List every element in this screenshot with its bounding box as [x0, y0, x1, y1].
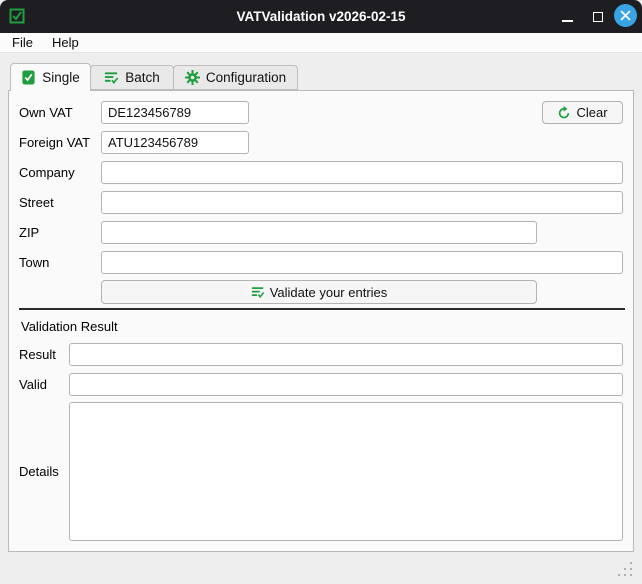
menu-help[interactable]: Help [50, 35, 81, 50]
maximize-button[interactable] [589, 8, 607, 26]
tab-batch[interactable]: Batch [90, 65, 174, 90]
own-vat-input[interactable] [101, 101, 249, 124]
clear-button[interactable]: Clear [542, 101, 623, 124]
window-title: VATValidation v2026-02-15 [236, 9, 406, 24]
own-vat-label: Own VAT [19, 105, 73, 120]
street-input[interactable] [101, 191, 623, 214]
foreign-vat-label: Foreign VAT [19, 135, 91, 150]
town-input[interactable] [101, 251, 623, 274]
foreign-vat-input[interactable] [101, 131, 249, 154]
validate-button-label: Validate your entries [269, 284, 388, 300]
tab-single-label: Single [42, 70, 80, 85]
details-output[interactable] [69, 402, 623, 541]
valid-output[interactable] [69, 373, 623, 396]
single-tab-panel: Own VAT Clear Foreign VAT Company Street… [8, 90, 634, 552]
tab-configuration-label: Configuration [205, 70, 287, 85]
maximize-icon [593, 12, 603, 22]
refresh-icon [559, 105, 570, 118]
list-check-icon [105, 72, 119, 85]
close-icon [620, 10, 631, 21]
titlebar: VATValidation v2026-02-15 [0, 0, 642, 33]
town-label: Town [19, 255, 50, 270]
zip-input[interactable] [101, 221, 537, 244]
minimize-icon [561, 20, 573, 22]
document-check-icon [22, 70, 35, 85]
details-label: Details [19, 464, 59, 479]
minimize-button[interactable] [558, 8, 576, 26]
menu-file[interactable]: File [10, 35, 35, 50]
app-window: VATValidation v2026-02-15 File Help Sing… [0, 0, 642, 584]
section-separator [19, 308, 625, 310]
validate-button[interactable]: Validate your entries [101, 280, 537, 304]
tab-batch-label: Batch [125, 70, 160, 85]
list-check-icon [251, 287, 265, 299]
clear-button-label: Clear [576, 105, 608, 120]
menubar: File Help [0, 33, 642, 53]
valid-label: Valid [19, 377, 47, 392]
tab-single[interactable]: Single [10, 63, 91, 91]
result-output[interactable] [69, 343, 623, 366]
zip-label: ZIP [19, 225, 40, 240]
tab-configuration[interactable]: Configuration [173, 65, 298, 90]
street-label: Street [19, 195, 54, 210]
resize-grip-icon[interactable] [618, 562, 634, 578]
gear-icon [184, 70, 200, 85]
company-label: Company [19, 165, 75, 180]
validation-result-heading: Validation Result [21, 319, 118, 334]
company-input[interactable] [101, 161, 623, 184]
result-label: Result [19, 347, 56, 362]
close-button[interactable] [614, 4, 637, 27]
